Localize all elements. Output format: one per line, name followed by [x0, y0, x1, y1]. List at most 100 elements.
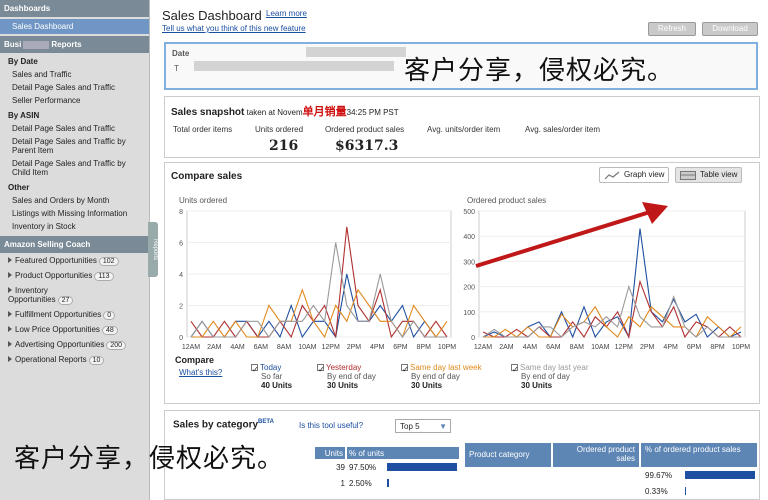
sales-snapshot-panel: Sales snapshot taken at Novem单月销量34:25 P… — [164, 96, 760, 158]
checkbox[interactable]: ✓ — [511, 364, 519, 374]
count-badge: 27 — [57, 296, 74, 305]
sidebar-header-coach: Amazon Selling Coach — [0, 236, 149, 253]
sidebar-collapse-tab[interactable]: Reports — [148, 222, 158, 277]
count-badge: 48 — [101, 326, 118, 335]
category-title: Sales by categoryBETA — [173, 419, 274, 431]
sidebar-item-asin-detail[interactable]: Detail Page Sales and Traffic — [0, 122, 149, 135]
feedback-link[interactable]: Tell us what you think of this new featu… — [162, 24, 306, 33]
checkbox[interactable]: ✓ — [251, 364, 259, 374]
y-tick-label: 100 — [463, 310, 475, 317]
sidebar-item-missing-info[interactable]: Listings with Missing Information — [0, 207, 149, 220]
x-tick-label: 8AM — [277, 344, 292, 351]
refresh-button[interactable]: Refresh — [648, 22, 696, 36]
chevron-down-icon: ▼ — [439, 422, 447, 431]
sidebar-item-operational[interactable]: Operational Reports 10 — [0, 352, 149, 367]
units-bar — [387, 479, 389, 487]
sidebar-item-asin-child[interactable]: Detail Page Sales and Traffic by Child I… — [0, 157, 149, 179]
x-tick-label: 12AM — [182, 344, 200, 351]
x-tick-label: 10PM — [732, 344, 750, 351]
top-select[interactable]: Top 5 ▼ — [395, 419, 451, 433]
expand-arrow-icon — [8, 311, 12, 317]
tool-useful-link[interactable]: Is this tool useful? — [299, 421, 363, 430]
sidebar-header-reports: Busi Reports — [0, 36, 149, 53]
download-button[interactable]: Download — [702, 22, 758, 36]
y-tick-label: 0 — [471, 335, 475, 342]
metric-label: Avg. units/order item — [427, 125, 501, 134]
date-sub: T — [174, 64, 179, 73]
pct-sales-header: % of ordered product sales — [641, 443, 757, 467]
sidebar-item-orders-month[interactable]: Sales and Orders by Month — [0, 194, 149, 207]
red-arrow-annotation — [475, 202, 668, 268]
y-tick-label: 8 — [179, 209, 183, 216]
sidebar-item-inventory[interactable]: Inventory in Stock — [0, 220, 149, 233]
whats-this-link[interactable]: What's this? — [179, 368, 222, 377]
y-tick-label: 6 — [179, 241, 183, 248]
sidebar-item-fulfillment[interactable]: Fulfillment Opportunities 0 — [0, 307, 149, 322]
sidebar-item-featured[interactable]: Featured Opportunities 102 — [0, 253, 149, 268]
legend-last-year[interactable]: ✓Same day last year By end of day 30 Uni… — [511, 363, 588, 399]
count-badge: 10 — [88, 356, 105, 365]
learn-more-link[interactable]: Learn more — [266, 9, 307, 18]
sidebar-item-advertising[interactable]: Advertising Opportunities 200 — [0, 337, 149, 352]
blurred-region — [306, 47, 406, 57]
sidebar-item-product[interactable]: Product Opportunities 113 — [0, 268, 149, 283]
x-tick-label: 10PM — [438, 344, 456, 351]
pct-cell: 2.50% — [349, 479, 372, 488]
legend-yesterday[interactable]: ✓Yesterday By end of day 30 Units — [317, 363, 376, 399]
sidebar-item-sales-dashboard[interactable]: Sales Dashboard — [0, 19, 149, 34]
expand-arrow-icon — [8, 287, 12, 293]
snapshot-taken-at: taken at Novem — [246, 108, 303, 117]
x-tick-label: 8PM — [710, 344, 725, 351]
sidebar-item-detail-page-sales[interactable]: Detail Page Sales and Traffic — [0, 81, 149, 94]
y-tick-label: 2 — [179, 304, 183, 311]
sidebar-item-seller-performance[interactable]: Seller Performance — [0, 94, 149, 107]
snapshot-time: 34:25 PM PST — [346, 108, 399, 117]
x-tick-label: 4PM — [663, 344, 678, 351]
sidebar-item-sales-traffic[interactable]: Sales and Traffic — [0, 68, 149, 81]
graph-icon — [604, 171, 620, 180]
x-tick-label: 12PM — [615, 344, 633, 351]
sales-bar — [685, 487, 686, 495]
x-tick-label: 12AM — [474, 344, 492, 351]
x-tick-label: 6PM — [393, 344, 408, 351]
sidebar-header-dashboards: Dashboards — [0, 0, 149, 17]
y-tick-label: 200 — [463, 285, 475, 292]
checkbox[interactable]: ✓ — [317, 364, 325, 374]
y-tick-label: 4 — [179, 272, 183, 279]
sidebar-group-by-asin: By ASIN — [8, 111, 40, 120]
compare-label: Compare — [175, 355, 215, 365]
checkbox[interactable]: ✓ — [401, 364, 409, 374]
pct-sales-cell: 0.33% — [645, 487, 668, 496]
ordered-sales-value: $6317.3 — [335, 138, 399, 154]
metric-label: Ordered product sales — [325, 125, 405, 134]
metric-label: Total order items — [173, 125, 233, 134]
units-bar — [387, 463, 458, 471]
x-tick-label: 2AM — [499, 344, 514, 351]
graph-view-button[interactable]: Graph view — [599, 167, 670, 183]
legend-today[interactable]: ✓Today So far 40 Units — [251, 363, 292, 399]
x-tick-label: 4AM — [523, 344, 538, 351]
table-view-button[interactable]: Table view — [675, 167, 743, 183]
count-badge: 0 — [103, 311, 116, 320]
pct-units-header: % of units — [347, 447, 459, 459]
x-tick-label: 8AM — [570, 344, 585, 351]
sidebar-item-asin-parent[interactable]: Detail Page Sales and Traffic by Parent … — [0, 135, 149, 157]
page-title: Sales Dashboard — [162, 8, 262, 23]
sidebar-group-by-date: By Date — [8, 57, 38, 66]
x-tick-label: 10AM — [591, 344, 609, 351]
count-badge: 113 — [94, 272, 114, 281]
sidebar-item-inventory-opp[interactable]: Inventory Opportunities 27 — [0, 283, 149, 307]
x-tick-label: 6AM — [546, 344, 561, 351]
units-cell: 39 — [336, 463, 345, 472]
expand-arrow-icon — [8, 356, 12, 362]
pct-sales-cell: 99.67% — [645, 471, 673, 480]
watermark-text: 客户分享，侵权必究。 — [404, 56, 675, 86]
x-tick-label: 8PM — [417, 344, 432, 351]
sidebar-item-low-price[interactable]: Low Price Opportunities 48 — [0, 322, 149, 337]
product-category-header: Product category — [465, 443, 551, 467]
x-tick-label: 4PM — [370, 344, 385, 351]
metric-label: Units ordered — [255, 125, 304, 134]
annotation-text: 单月销量 — [302, 106, 347, 118]
ordered-sales-header: Ordered product sales — [553, 443, 639, 467]
legend-last-week[interactable]: ✓Same day last week By end of day 30 Uni… — [401, 363, 482, 399]
